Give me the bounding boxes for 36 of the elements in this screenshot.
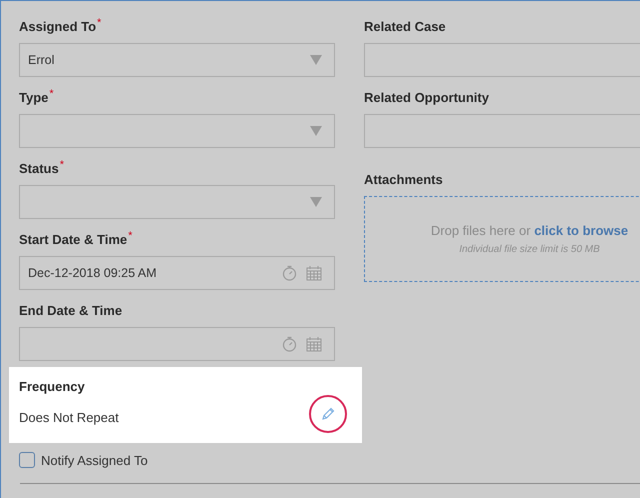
dropdown-arrow-icon [310,55,322,65]
calendar-icon[interactable] [306,336,322,352]
input-field[interactable] [364,114,640,148]
date-time-field[interactable]: Dec-12-2018 09:25 AM [19,256,335,290]
stopwatch-icon[interactable] [282,336,297,352]
frequency-value: Does Not Repeat [19,410,119,424]
field-value: Dec-12-2018 09:25 AM [28,266,157,280]
pencil-icon [321,407,335,421]
field-label: Assigned To [19,18,96,35]
field-value: Errol [28,53,54,67]
drop-instructions: Drop files here or click to browse [430,223,628,238]
dropdown-arrow-icon [310,197,322,207]
dropdown[interactable] [19,185,335,219]
frequency-label: Frequency [19,378,86,395]
field-label: End Date & Time [19,302,122,319]
stopwatch-icon[interactable] [282,265,297,281]
calendar-icon[interactable] [306,265,322,281]
field-label: Status [19,160,59,177]
date-time-field[interactable] [19,327,335,361]
file-size-note: Individual file size limit is 50 MB [459,244,600,255]
required-asterisk: * [60,160,64,171]
dropdown[interactable]: Errol [19,43,335,77]
field-label: Related Opportunity [364,89,489,106]
dropdown[interactable] [19,114,335,148]
edit-button[interactable] [309,395,347,433]
attachments-label: Attachments [364,171,444,188]
dropdown-arrow-icon [310,126,322,136]
input-field[interactable] [364,43,640,77]
field-label: Type [19,89,48,106]
field-label: Related Case [364,18,446,35]
required-asterisk: * [97,18,102,29]
checkbox[interactable] [19,452,35,468]
field-label: Start Date & Time [19,231,128,248]
checkbox-label: Notify Assigned To [41,452,148,468]
required-asterisk: * [128,231,132,242]
required-asterisk: * [49,89,54,100]
